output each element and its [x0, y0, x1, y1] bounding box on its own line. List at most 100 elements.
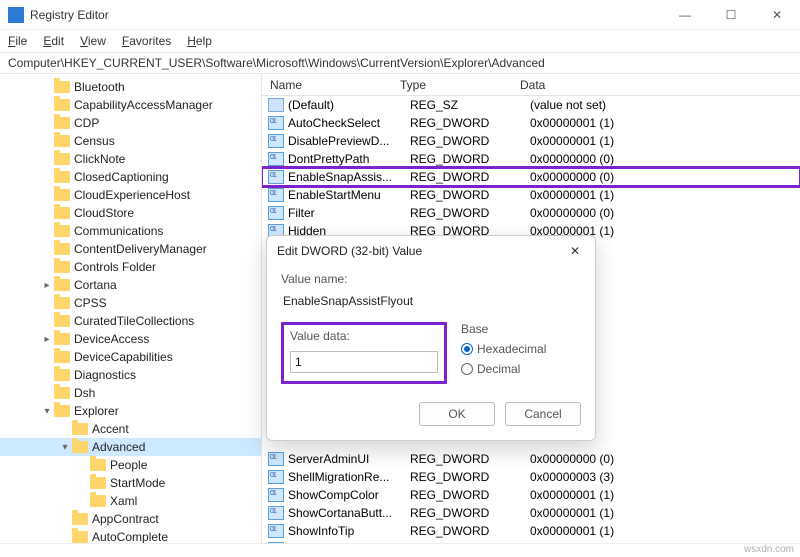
- status-strip: [0, 543, 800, 557]
- tree-item[interactable]: ▸DeviceAccess: [0, 330, 261, 348]
- expand-icon[interactable]: ▸: [40, 280, 54, 291]
- column-type[interactable]: Type: [392, 78, 512, 92]
- registry-value-row[interactable]: AutoCheckSelectREG_DWORD0x00000001 (1): [262, 114, 800, 132]
- tree-item-label: CloudExperienceHost: [74, 188, 190, 202]
- tree-item-label: Communications: [74, 224, 163, 238]
- tree-item[interactable]: Bluetooth: [0, 78, 261, 96]
- tree-item[interactable]: Dsh: [0, 384, 261, 402]
- folder-icon: [54, 189, 70, 201]
- value-icon: [268, 206, 284, 220]
- tree-item[interactable]: AppContract: [0, 510, 261, 528]
- expand-icon[interactable]: ▸: [40, 334, 54, 345]
- registry-value-row[interactable]: ShowCompColorREG_DWORD0x00000001 (1): [262, 486, 800, 504]
- registry-value-row[interactable]: ShowInfoTipREG_DWORD0x00000001 (1): [262, 522, 800, 540]
- tree-item-label: Explorer: [74, 404, 119, 418]
- value-type: REG_DWORD: [410, 470, 530, 484]
- tree-item[interactable]: CloudExperienceHost: [0, 186, 261, 204]
- column-name[interactable]: Name: [262, 78, 392, 92]
- minimize-button[interactable]: —: [662, 0, 708, 30]
- registry-value-row[interactable]: DontPrettyPathREG_DWORD0x00000000 (0): [262, 150, 800, 168]
- tree-item-label: ClickNote: [74, 152, 125, 166]
- radio-dec-row[interactable]: Decimal: [461, 362, 546, 376]
- value-data-input[interactable]: [290, 351, 438, 373]
- tree-item[interactable]: AutoComplete: [0, 528, 261, 543]
- cancel-button[interactable]: Cancel: [505, 402, 581, 426]
- maximize-button[interactable]: ☐: [708, 0, 754, 30]
- close-button[interactable]: ✕: [754, 0, 800, 30]
- radio-hex-row[interactable]: Hexadecimal: [461, 342, 546, 356]
- tree-item-label: Advanced: [92, 440, 145, 454]
- folder-icon: [72, 423, 88, 435]
- tree-item[interactable]: CPSS: [0, 294, 261, 312]
- expand-icon[interactable]: ▾: [40, 406, 54, 417]
- tree-item[interactable]: ContentDeliveryManager: [0, 240, 261, 258]
- tree-item[interactable]: ClosedCaptioning: [0, 168, 261, 186]
- value-type: REG_DWORD: [410, 152, 530, 166]
- ok-button[interactable]: OK: [419, 402, 495, 426]
- tree-item[interactable]: Xaml: [0, 492, 261, 510]
- value-name-field: EnableSnapAssistFlyout: [281, 290, 581, 312]
- tree-item-label: CuratedTileCollections: [74, 314, 194, 328]
- tree-item[interactable]: CapabilityAccessManager: [0, 96, 261, 114]
- value-icon: [268, 524, 284, 538]
- column-data[interactable]: Data: [512, 78, 662, 92]
- radio-dec-label: Decimal: [477, 362, 520, 376]
- menu-view[interactable]: View: [80, 34, 106, 48]
- address-bar[interactable]: Computer\HKEY_CURRENT_USER\Software\Micr…: [0, 52, 800, 74]
- tree-item[interactable]: ▾ Explorer: [0, 402, 261, 420]
- registry-value-row[interactable]: ServerAdminUIREG_DWORD0x00000000 (0): [262, 450, 800, 468]
- folder-icon: [54, 405, 70, 417]
- menu-help[interactable]: Help: [187, 34, 212, 48]
- registry-value-row[interactable]: ShellMigrationRe...REG_DWORD0x00000003 (…: [262, 468, 800, 486]
- list-header: Name Type Data: [262, 74, 800, 96]
- tree-item[interactable]: DeviceCapabilities: [0, 348, 261, 366]
- menu-favorites[interactable]: Favorites: [122, 34, 171, 48]
- menu-file[interactable]: File: [8, 34, 27, 48]
- tree-item[interactable]: CloudStore: [0, 204, 261, 222]
- value-type: REG_DWORD: [410, 506, 530, 520]
- tree-pane[interactable]: Bluetooth CapabilityAccessManagerCDPCensu…: [0, 74, 262, 543]
- tree-item[interactable]: CDP: [0, 114, 261, 132]
- folder-icon: [54, 333, 70, 345]
- tree-item[interactable]: Diagnostics: [0, 366, 261, 384]
- tree-item[interactable]: Controls Folder: [0, 258, 261, 276]
- dialog-close-button[interactable]: ✕: [565, 244, 585, 258]
- tree-item[interactable]: CuratedTileCollections: [0, 312, 261, 330]
- value-icon: [268, 152, 284, 166]
- tree-item[interactable]: Census: [0, 132, 261, 150]
- menu-edit[interactable]: Edit: [43, 34, 64, 48]
- folder-icon: [54, 315, 70, 327]
- registry-value-row[interactable]: EnableStartMenuREG_DWORD0x00000001 (1): [262, 186, 800, 204]
- value-icon: [268, 488, 284, 502]
- tree-item[interactable]: ▸Cortana: [0, 276, 261, 294]
- registry-value-row[interactable]: (Default)REG_SZ(value not set): [262, 96, 800, 114]
- registry-value-row[interactable]: DisablePreviewD...REG_DWORD0x00000001 (1…: [262, 132, 800, 150]
- expand-icon[interactable]: ▾: [58, 442, 72, 453]
- value-data: 0x00000001 (1): [530, 488, 680, 502]
- tree-item-label: Xaml: [110, 494, 137, 508]
- value-name: AutoCheckSelect: [288, 116, 410, 130]
- radio-hex[interactable]: [461, 343, 473, 355]
- tree-item[interactable]: Accent: [0, 420, 261, 438]
- value-type: REG_DWORD: [410, 206, 530, 220]
- tree-item[interactable]: ▾ Advanced: [0, 438, 261, 456]
- folder-icon: [54, 225, 70, 237]
- value-data: 0x00000000 (0): [530, 206, 680, 220]
- value-data: 0x00000001 (1): [530, 524, 680, 538]
- value-name: DontPrettyPath: [288, 152, 410, 166]
- radio-dec[interactable]: [461, 363, 473, 375]
- tree-item-label: Bluetooth: [74, 80, 125, 94]
- value-type: REG_DWORD: [410, 488, 530, 502]
- registry-value-row[interactable]: ShowCortanaButt...REG_DWORD0x00000001 (1…: [262, 504, 800, 522]
- tree-item[interactable]: Communications: [0, 222, 261, 240]
- registry-value-row[interactable]: FilterREG_DWORD0x00000000 (0): [262, 204, 800, 222]
- tree-item[interactable]: StartMode: [0, 474, 261, 492]
- tree-item-label: Controls Folder: [74, 260, 156, 274]
- tree-item[interactable]: People: [0, 456, 261, 474]
- dialog-title: Edit DWORD (32-bit) Value: [277, 244, 422, 258]
- tree-item-label: AppContract: [92, 512, 159, 526]
- folder-icon: [54, 99, 70, 111]
- tree-item[interactable]: ClickNote: [0, 150, 261, 168]
- registry-value-row[interactable]: EnableSnapAssis...REG_DWORD0x00000000 (0…: [262, 168, 800, 186]
- value-name: ShowCortanaButt...: [288, 506, 410, 520]
